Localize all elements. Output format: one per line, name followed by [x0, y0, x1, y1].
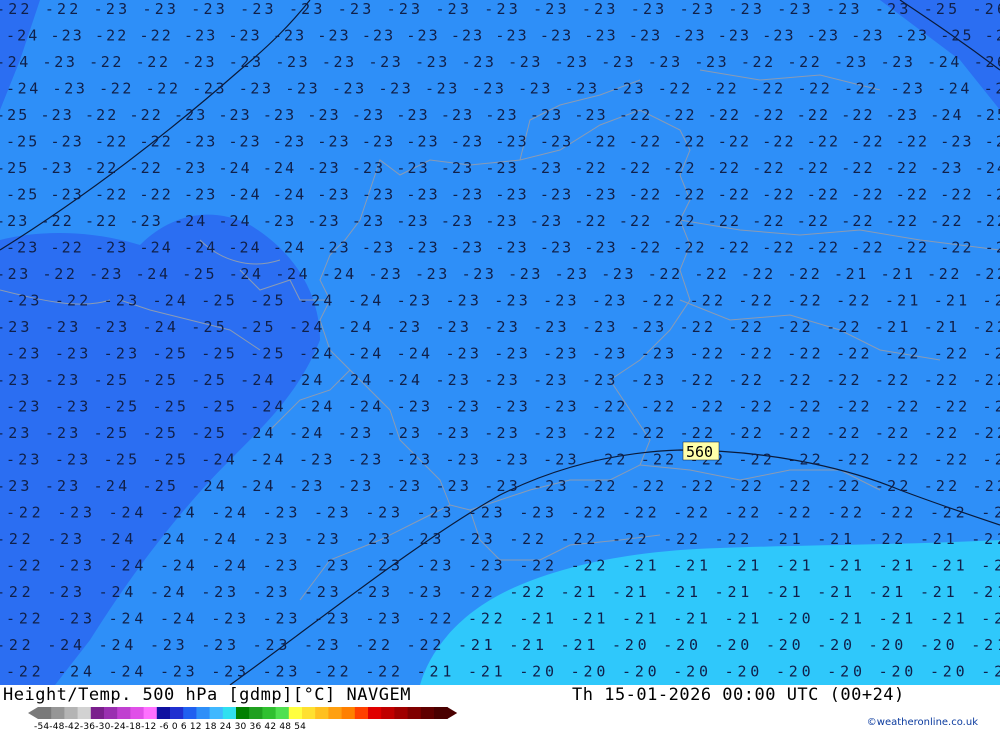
- legend-swatch: [170, 707, 184, 719]
- legend-arrow-left: [28, 707, 38, 719]
- legend-swatch: [156, 707, 171, 719]
- temperature-label-row: -24 -23 -22 -22 -23 -23 -23 -23 -23 -23 …: [0, 53, 1000, 71]
- legend-swatch: [77, 707, 92, 719]
- color-legend: [28, 707, 458, 719]
- temperature-label-row: -22 -24 -24 -23 -23 -23 -23 -22 -22 -21 …: [0, 636, 1000, 654]
- legend-swatch: [354, 707, 369, 719]
- legend-swatch: [341, 707, 356, 719]
- legend-swatch: [236, 707, 250, 719]
- temperature-label-row: -22 -23 -24 -24 -23 -23 -23 -23 -23 -22 …: [0, 583, 1000, 601]
- footer-bar: Height/Temp. 500 hPa [gdmp][°C] NAVGEM T…: [0, 685, 1000, 733]
- temperature-label-row: -23 -23 -23 -25 -25 -25 -24 -24 -24 -23 …: [6, 345, 1000, 363]
- legend-swatch: [288, 707, 303, 719]
- legend-swatch: [328, 707, 343, 719]
- map-canvas: -22 -22 -23 -23 -23 -23 -23 -23 -23 -23 …: [0, 0, 1000, 685]
- legend-swatch: [38, 707, 52, 719]
- map-title: Height/Temp. 500 hPa [gdmp][°C] NAVGEM: [3, 685, 411, 705]
- legend-arrow-right: [447, 707, 458, 719]
- valid-time: Th 15-01-2026 00:00 UTC (00+24): [572, 685, 905, 705]
- temperature-label-row: -23 -23 -25 -25 -25 -24 -24 -24 -24 -23 …: [0, 371, 1000, 389]
- temperature-label-row: -22 -22 -23 -23 -23 -23 -23 -23 -23 -23 …: [0, 0, 1000, 18]
- legend-swatches: [28, 707, 458, 719]
- temperature-label-row: -23 -23 -23 -24 -25 -25 -24 -24 -23 -23 …: [0, 318, 1000, 336]
- legend-swatch: [90, 707, 105, 719]
- contour-label-560: 560: [686, 443, 713, 461]
- temperature-label-row: -23 -23 -25 -25 -24 -24 -23 -23 -23 -23 …: [6, 451, 1000, 469]
- temperature-label-row: -23 -22 -23 -24 -24 -24 -24 -23 -23 -23 …: [6, 239, 1000, 257]
- temperature-label-row: -25 -23 -22 -22 -23 -24 -24 -23 -23 -23 …: [6, 186, 1000, 204]
- legend-swatch: [262, 707, 277, 719]
- credit-link[interactable]: ©weatheronline.co.uk: [867, 717, 978, 728]
- legend-swatch: [130, 707, 145, 719]
- temperature-label-row: -23 -22 -23 -24 -25 -25 -24 -24 -23 -23 …: [6, 292, 1000, 310]
- temperature-label-row: -23 -23 -24 -25 -24 -24 -23 -23 -23 -23 …: [0, 477, 1000, 495]
- temperature-label-row: -23 -22 -23 -24 -25 -24 -24 -24 -23 -23 …: [0, 265, 1000, 283]
- legend-swatch: [394, 707, 409, 719]
- legend-swatch: [368, 707, 382, 719]
- temperature-label-row: -23 -23 -25 -25 -25 -24 -24 -23 -23 -23 …: [0, 424, 1000, 442]
- legend-swatch: [222, 707, 237, 719]
- legend-swatch: [104, 707, 118, 719]
- legend-swatch: [381, 707, 395, 719]
- legend-swatch: [209, 707, 224, 719]
- legend-swatch: [420, 707, 435, 719]
- temperature-label-row: -24 -23 -22 -22 -23 -23 -23 -23 -23 -23 …: [6, 27, 1000, 45]
- legend-swatch: [196, 707, 211, 719]
- legend-swatch: [315, 707, 329, 719]
- temperature-label-row: -23 -23 -25 -25 -25 -24 -24 -24 -23 -23 …: [6, 398, 1000, 416]
- legend-swatch: [117, 707, 131, 719]
- weather-map: -22 -22 -23 -23 -23 -23 -23 -23 -23 -23 …: [0, 0, 1000, 685]
- legend-swatch: [51, 707, 65, 719]
- legend-swatch: [407, 707, 422, 719]
- temperature-label-row: -22 -23 -24 -24 -24 -23 -23 -23 -23 -23 …: [0, 530, 1000, 548]
- temperature-label-row: -25 -23 -22 -22 -23 -23 -23 -23 -23 -23 …: [6, 133, 1000, 151]
- legend-swatch: [302, 707, 316, 719]
- legend-swatch: [249, 707, 263, 719]
- legend-swatch: [64, 707, 79, 719]
- legend-swatch: [275, 707, 290, 719]
- legend-swatch: [143, 707, 158, 719]
- legend-swatch: [434, 707, 448, 719]
- legend-swatch: [183, 707, 197, 719]
- legend-tick-labels: -54-48-42-36-30-24-18-12 -6 0 6 12 18 24…: [34, 722, 307, 732]
